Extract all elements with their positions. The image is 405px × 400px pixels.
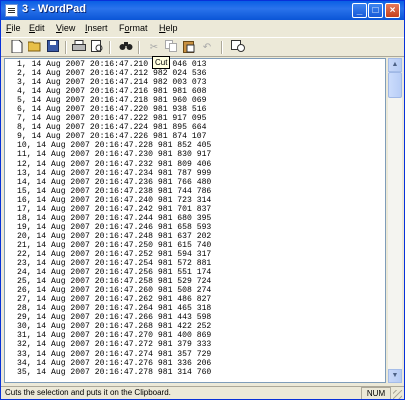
copy-icon[interactable] [163, 40, 179, 55]
window-title: 3 - WordPad [22, 3, 86, 15]
document-line: 21, 14 Aug 2007 20:16:47.250 981 615 740 [17, 240, 212, 250]
minimize-button[interactable]: _ [352, 3, 367, 18]
document-line: 26, 14 Aug 2007 20:16:47.260 981 508 274 [17, 286, 212, 296]
print-preview-icon[interactable] [89, 40, 105, 55]
menu-edit[interactable]: Edit [29, 23, 45, 33]
maximize-button[interactable]: □ [368, 3, 383, 18]
document-line: 29, 14 Aug 2007 20:16:47.266 981 443 598 [17, 313, 212, 323]
toolbar-separator [221, 41, 223, 54]
find-binoculars-icon[interactable] [118, 40, 134, 55]
resize-grip-icon[interactable] [393, 390, 402, 399]
open-folder-icon[interactable] [27, 40, 43, 55]
menu-view[interactable]: View [56, 23, 75, 33]
date-time-icon[interactable] [230, 40, 246, 55]
menu-bar: File Edit View Insert Format Help [1, 20, 404, 37]
document-line: 17, 14 Aug 2007 20:16:47.242 981 701 837 [17, 204, 212, 214]
document-line: 10, 14 Aug 2007 20:16:47.228 981 852 405 [17, 141, 212, 151]
document-line: 18, 14 Aug 2007 20:16:47.244 981 680 395 [17, 213, 212, 223]
save-disk-icon[interactable] [45, 40, 61, 55]
menu-help[interactable]: Help [159, 23, 178, 33]
document-line: 34, 14 Aug 2007 20:16:47.276 981 336 206 [17, 358, 212, 368]
wordpad-icon[interactable] [5, 4, 18, 17]
document-line: 25, 14 Aug 2007 20:16:47.258 981 529 724 [17, 277, 212, 287]
scroll-up-arrow-icon[interactable]: ▲ [388, 58, 402, 72]
document-line: 20, 14 Aug 2007 20:16:47.248 981 637 202 [17, 231, 212, 241]
new-document-icon[interactable] [9, 39, 25, 55]
document-line: 32, 14 Aug 2007 20:16:47.272 981 379 333 [17, 340, 212, 350]
document-line: 12, 14 Aug 2007 20:16:47.232 981 809 406 [17, 159, 212, 169]
document-line: 11, 14 Aug 2007 20:16:47.230 981 830 917 [17, 150, 212, 160]
vertical-scrollbar[interactable]: ▲ ▼ [388, 58, 402, 383]
document-line: 31, 14 Aug 2007 20:16:47.270 981 400 869 [17, 331, 212, 341]
document-line: 14, 14 Aug 2007 20:16:47.236 981 766 480 [17, 177, 212, 187]
document-line: 35, 14 Aug 2007 20:16:47.278 981 314 760 [17, 367, 212, 377]
print-icon[interactable] [71, 40, 87, 55]
document-line: 15, 14 Aug 2007 20:16:47.238 981 744 786 [17, 186, 212, 196]
document-line: 2, 14 Aug 2007 20:16:47.212 982 024 536 [17, 69, 207, 79]
document-line: 6, 14 Aug 2007 20:16:47.220 981 938 516 [17, 105, 207, 115]
toolbar-separator [138, 41, 140, 54]
menu-file[interactable]: File [6, 23, 21, 33]
document-line: 22, 14 Aug 2007 20:16:47.252 981 594 317 [17, 249, 212, 259]
title-bar[interactable]: 3 - WordPad _ □ × [1, 1, 404, 20]
cut-tooltip: Cut [152, 56, 171, 69]
wordpad-window: 3 - WordPad _ □ × File Edit View Insert … [0, 0, 405, 400]
document-line: 13, 14 Aug 2007 20:16:47.234 981 787 999 [17, 168, 212, 178]
document-line: 28, 14 Aug 2007 20:16:47.264 981 465 318 [17, 304, 212, 314]
document-line: 8, 14 Aug 2007 20:16:47.224 981 895 664 [17, 123, 207, 133]
document-line: 4, 14 Aug 2007 20:16:47.216 981 981 608 [17, 87, 207, 97]
toolbar-separator [65, 41, 67, 54]
scroll-thumb[interactable] [388, 72, 402, 98]
cut-scissors-icon[interactable]: ✂ [146, 40, 162, 55]
document-line: 19, 14 Aug 2007 20:16:47.246 981 658 593 [17, 222, 212, 232]
document-line: 27, 14 Aug 2007 20:16:47.262 981 486 827 [17, 295, 212, 305]
document-line: 23, 14 Aug 2007 20:16:47.254 981 572 881 [17, 259, 212, 269]
status-bar: Cuts the selection and puts it on the Cl… [1, 386, 404, 399]
document-text-area[interactable]: 1, 14 Aug 2007 20:16:47.210 982 046 013 2… [4, 58, 386, 383]
scroll-down-arrow-icon[interactable]: ▼ [388, 369, 402, 383]
close-button[interactable]: × [385, 3, 400, 18]
document-line: 16, 14 Aug 2007 20:16:47.240 981 723 314 [17, 195, 212, 205]
menu-format[interactable]: Format [119, 23, 148, 33]
document-line: 30, 14 Aug 2007 20:16:47.268 981 422 252 [17, 322, 212, 332]
document-line: 24, 14 Aug 2007 20:16:47.256 981 551 174 [17, 268, 212, 278]
document-line: 9, 14 Aug 2007 20:16:47.226 981 874 107 [17, 132, 207, 142]
paste-clipboard-icon[interactable] [181, 40, 197, 55]
menu-insert[interactable]: Insert [85, 23, 108, 33]
num-lock-indicator: NUM [361, 387, 391, 399]
document-line: 1, 14 Aug 2007 20:16:47.210 982 046 013 [17, 60, 207, 69]
status-text: Cuts the selection and puts it on the Cl… [5, 388, 171, 397]
undo-icon[interactable]: ↶ [199, 40, 215, 55]
toolbar-separator [109, 41, 111, 54]
document-lines: 1, 14 Aug 2007 20:16:47.210 982 046 013 2… [17, 60, 211, 377]
document-line: 3, 14 Aug 2007 20:16:47.214 982 003 073 [17, 78, 207, 88]
document-line: 5, 14 Aug 2007 20:16:47.218 981 960 069 [17, 96, 207, 106]
document-line: 7, 14 Aug 2007 20:16:47.222 981 917 095 [17, 114, 207, 124]
toolbar: ✂ ↶ [1, 37, 404, 57]
document-line: 33, 14 Aug 2007 20:16:47.274 981 357 729 [17, 349, 212, 359]
